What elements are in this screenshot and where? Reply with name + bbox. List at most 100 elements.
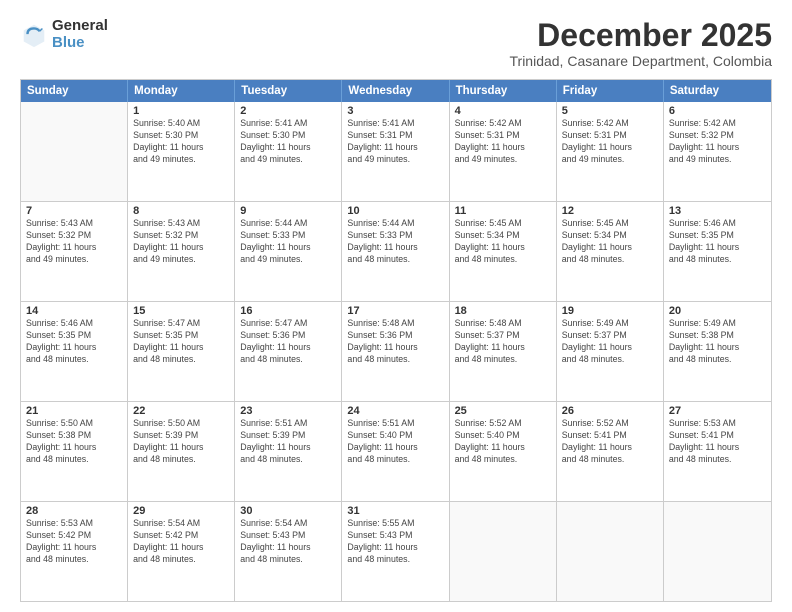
location-title: Trinidad, Casanare Department, Colombia [510, 53, 773, 69]
day-number: 23 [240, 405, 336, 417]
cell-info: Sunrise: 5:53 AM Sunset: 5:41 PM Dayligh… [669, 418, 766, 466]
calendar-cell: 23Sunrise: 5:51 AM Sunset: 5:39 PM Dayli… [235, 402, 342, 501]
calendar-cell: 26Sunrise: 5:52 AM Sunset: 5:41 PM Dayli… [557, 402, 664, 501]
day-number: 10 [347, 205, 443, 217]
calendar: SundayMondayTuesdayWednesdayThursdayFrid… [20, 79, 772, 602]
header-day-thursday: Thursday [450, 80, 557, 102]
calendar-cell: 15Sunrise: 5:47 AM Sunset: 5:35 PM Dayli… [128, 302, 235, 401]
calendar-cell: 28Sunrise: 5:53 AM Sunset: 5:42 PM Dayli… [21, 502, 128, 601]
logo: General Blue [20, 18, 108, 51]
cell-info: Sunrise: 5:51 AM Sunset: 5:39 PM Dayligh… [240, 418, 336, 466]
page: General Blue December 2025 Trinidad, Cas… [0, 0, 792, 612]
calendar-cell [664, 502, 771, 601]
calendar-cell: 12Sunrise: 5:45 AM Sunset: 5:34 PM Dayli… [557, 202, 664, 301]
day-number: 8 [133, 205, 229, 217]
calendar-row-1: 7Sunrise: 5:43 AM Sunset: 5:32 PM Daylig… [21, 201, 771, 301]
day-number: 5 [562, 105, 658, 117]
cell-info: Sunrise: 5:43 AM Sunset: 5:32 PM Dayligh… [26, 218, 122, 266]
calendar-header: SundayMondayTuesdayWednesdayThursdayFrid… [21, 80, 771, 102]
day-number: 7 [26, 205, 122, 217]
logo-general: General [52, 18, 108, 35]
cell-info: Sunrise: 5:44 AM Sunset: 5:33 PM Dayligh… [347, 218, 443, 266]
calendar-cell: 19Sunrise: 5:49 AM Sunset: 5:37 PM Dayli… [557, 302, 664, 401]
calendar-cell [557, 502, 664, 601]
header-day-friday: Friday [557, 80, 664, 102]
cell-info: Sunrise: 5:44 AM Sunset: 5:33 PM Dayligh… [240, 218, 336, 266]
cell-info: Sunrise: 5:50 AM Sunset: 5:39 PM Dayligh… [133, 418, 229, 466]
cell-info: Sunrise: 5:54 AM Sunset: 5:43 PM Dayligh… [240, 518, 336, 566]
day-number: 2 [240, 105, 336, 117]
calendar-cell: 6Sunrise: 5:42 AM Sunset: 5:32 PM Daylig… [664, 102, 771, 201]
day-number: 1 [133, 105, 229, 117]
day-number: 31 [347, 505, 443, 517]
cell-info: Sunrise: 5:41 AM Sunset: 5:31 PM Dayligh… [347, 118, 443, 166]
cell-info: Sunrise: 5:42 AM Sunset: 5:31 PM Dayligh… [455, 118, 551, 166]
day-number: 30 [240, 505, 336, 517]
calendar-cell: 10Sunrise: 5:44 AM Sunset: 5:33 PM Dayli… [342, 202, 449, 301]
day-number: 18 [455, 305, 551, 317]
logo-icon [20, 21, 48, 49]
calendar-cell: 2Sunrise: 5:41 AM Sunset: 5:30 PM Daylig… [235, 102, 342, 201]
title-block: December 2025 Trinidad, Casanare Departm… [510, 18, 773, 69]
day-number: 6 [669, 105, 766, 117]
cell-info: Sunrise: 5:41 AM Sunset: 5:30 PM Dayligh… [240, 118, 336, 166]
calendar-cell: 21Sunrise: 5:50 AM Sunset: 5:38 PM Dayli… [21, 402, 128, 501]
cell-info: Sunrise: 5:49 AM Sunset: 5:37 PM Dayligh… [562, 318, 658, 366]
day-number: 29 [133, 505, 229, 517]
cell-info: Sunrise: 5:42 AM Sunset: 5:32 PM Dayligh… [669, 118, 766, 166]
header-day-monday: Monday [128, 80, 235, 102]
cell-info: Sunrise: 5:48 AM Sunset: 5:36 PM Dayligh… [347, 318, 443, 366]
day-number: 22 [133, 405, 229, 417]
day-number: 12 [562, 205, 658, 217]
day-number: 17 [347, 305, 443, 317]
day-number: 20 [669, 305, 766, 317]
calendar-cell: 4Sunrise: 5:42 AM Sunset: 5:31 PM Daylig… [450, 102, 557, 201]
cell-info: Sunrise: 5:45 AM Sunset: 5:34 PM Dayligh… [455, 218, 551, 266]
cell-info: Sunrise: 5:42 AM Sunset: 5:31 PM Dayligh… [562, 118, 658, 166]
calendar-cell: 25Sunrise: 5:52 AM Sunset: 5:40 PM Dayli… [450, 402, 557, 501]
calendar-row-0: 1Sunrise: 5:40 AM Sunset: 5:30 PM Daylig… [21, 102, 771, 201]
cell-info: Sunrise: 5:49 AM Sunset: 5:38 PM Dayligh… [669, 318, 766, 366]
calendar-cell: 17Sunrise: 5:48 AM Sunset: 5:36 PM Dayli… [342, 302, 449, 401]
calendar-cell: 24Sunrise: 5:51 AM Sunset: 5:40 PM Dayli… [342, 402, 449, 501]
day-number: 24 [347, 405, 443, 417]
calendar-cell: 5Sunrise: 5:42 AM Sunset: 5:31 PM Daylig… [557, 102, 664, 201]
cell-info: Sunrise: 5:51 AM Sunset: 5:40 PM Dayligh… [347, 418, 443, 466]
cell-info: Sunrise: 5:46 AM Sunset: 5:35 PM Dayligh… [669, 218, 766, 266]
header: General Blue December 2025 Trinidad, Cas… [20, 18, 772, 69]
calendar-body: 1Sunrise: 5:40 AM Sunset: 5:30 PM Daylig… [21, 102, 771, 601]
day-number: 27 [669, 405, 766, 417]
cell-info: Sunrise: 5:47 AM Sunset: 5:36 PM Dayligh… [240, 318, 336, 366]
calendar-row-3: 21Sunrise: 5:50 AM Sunset: 5:38 PM Dayli… [21, 401, 771, 501]
day-number: 21 [26, 405, 122, 417]
cell-info: Sunrise: 5:52 AM Sunset: 5:41 PM Dayligh… [562, 418, 658, 466]
calendar-cell: 9Sunrise: 5:44 AM Sunset: 5:33 PM Daylig… [235, 202, 342, 301]
calendar-cell: 29Sunrise: 5:54 AM Sunset: 5:42 PM Dayli… [128, 502, 235, 601]
cell-info: Sunrise: 5:47 AM Sunset: 5:35 PM Dayligh… [133, 318, 229, 366]
day-number: 11 [455, 205, 551, 217]
cell-info: Sunrise: 5:48 AM Sunset: 5:37 PM Dayligh… [455, 318, 551, 366]
header-day-tuesday: Tuesday [235, 80, 342, 102]
day-number: 26 [562, 405, 658, 417]
header-day-saturday: Saturday [664, 80, 771, 102]
header-day-sunday: Sunday [21, 80, 128, 102]
calendar-row-2: 14Sunrise: 5:46 AM Sunset: 5:35 PM Dayli… [21, 301, 771, 401]
cell-info: Sunrise: 5:54 AM Sunset: 5:42 PM Dayligh… [133, 518, 229, 566]
cell-info: Sunrise: 5:46 AM Sunset: 5:35 PM Dayligh… [26, 318, 122, 366]
cell-info: Sunrise: 5:50 AM Sunset: 5:38 PM Dayligh… [26, 418, 122, 466]
calendar-cell: 20Sunrise: 5:49 AM Sunset: 5:38 PM Dayli… [664, 302, 771, 401]
day-number: 19 [562, 305, 658, 317]
cell-info: Sunrise: 5:53 AM Sunset: 5:42 PM Dayligh… [26, 518, 122, 566]
cell-info: Sunrise: 5:45 AM Sunset: 5:34 PM Dayligh… [562, 218, 658, 266]
month-title: December 2025 [510, 18, 773, 53]
day-number: 13 [669, 205, 766, 217]
day-number: 28 [26, 505, 122, 517]
calendar-cell: 18Sunrise: 5:48 AM Sunset: 5:37 PM Dayli… [450, 302, 557, 401]
calendar-cell: 8Sunrise: 5:43 AM Sunset: 5:32 PM Daylig… [128, 202, 235, 301]
header-day-wednesday: Wednesday [342, 80, 449, 102]
day-number: 16 [240, 305, 336, 317]
calendar-cell [450, 502, 557, 601]
day-number: 3 [347, 105, 443, 117]
calendar-cell: 13Sunrise: 5:46 AM Sunset: 5:35 PM Dayli… [664, 202, 771, 301]
day-number: 25 [455, 405, 551, 417]
